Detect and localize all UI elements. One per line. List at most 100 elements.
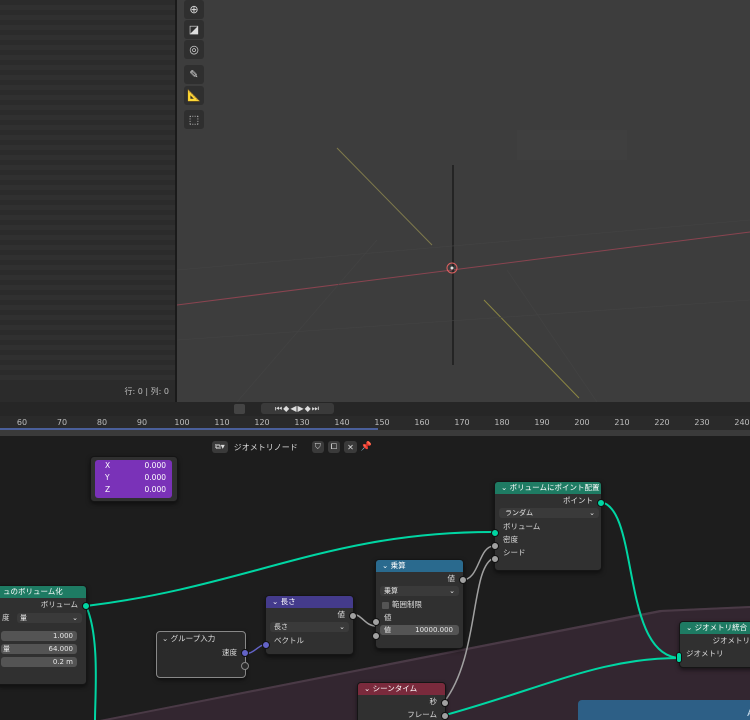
pin-icon[interactable]: 📌 [361,442,372,452]
geometry-output-label: ジオメトリ [712,636,750,645]
text-editor-area[interactable] [0,0,175,402]
viewport-grid [177,130,750,402]
timeline-tick-label: 190 [534,418,550,427]
timeline-tick-label: 200 [574,418,590,427]
shield-icon[interactable]: ⛉ [311,441,324,453]
timeline-tick-label: 240 [734,418,750,427]
node-header[interactable]: ⌄ 長さ [266,596,353,608]
timeline-tick-label: 220 [654,418,670,427]
frame-node[interactable]: A [578,700,750,720]
group-input-node[interactable]: ⌄ グループ入力 速度 [156,631,249,678]
timeline-tick-label: 110 [214,418,230,427]
transform-icon[interactable]: ⊕ [184,0,204,19]
z-label: Z [105,485,111,494]
node-header[interactable]: ⌄ シーンタイム [358,683,445,695]
playback-buttons[interactable]: ⏮◆◀▶◆⏭ [261,403,334,414]
amount-field[interactable]: 量 64.000 [1,644,77,654]
frame-output-socket[interactable] [441,712,449,720]
timeline-tick-label: 90 [136,418,148,427]
timeline-tick-label: 160 [414,418,430,427]
node-tree-type-icon[interactable]: ⧉▾ [212,441,228,453]
x-label: X [105,461,111,470]
mode-dropdown[interactable]: ランダム ⌄ [499,508,599,518]
value-input-label: 値 [384,613,392,622]
timeline-tick-label: 100 [174,418,190,427]
vector-input-socket[interactable] [262,641,270,649]
output-label: ボリューム [40,600,78,609]
annotate-icon[interactable]: ✎ [184,65,204,84]
empty-output-socket[interactable] [241,662,249,670]
operation-dropdown[interactable]: 長さ ⌄ [270,622,349,632]
text-editor-footer: 行: 0 | 列: 0 [0,383,175,402]
timeline-tick-label: 60 [16,418,28,427]
geometry-multi-input-socket[interactable] [676,652,682,663]
row-value: 0 [137,387,143,396]
node-editor[interactable]: ⧉▾ ジオメトリノード ⛉ ⧠ ✕ 📌 X 0.000 Y 0.000 Z 0.000… [0,436,750,720]
speed-output-label: 速度 [222,648,237,657]
mesh-to-volume-node[interactable]: ュのボリューム化 ボリューム 度 量 ⌄ 1.000 量 64.000 0.2 m [0,585,90,685]
col-label: 列 [150,387,159,396]
density-field[interactable]: 1.000 [1,631,77,641]
timeline-tick-label: 80 [96,418,108,427]
geometry-input-label: ジオメトリ [686,649,724,658]
z-value[interactable]: 0.000 [145,484,166,496]
add-cube-icon[interactable]: ⬚ [184,110,204,129]
record-icon[interactable] [234,404,245,414]
3d-viewport[interactable]: ⊕ ◪ ◎ ✎ 📐 ⬚ [177,0,750,402]
node-header[interactable]: ⌄ ボリュームにポイント配置 [495,482,601,494]
seed-input-label: シード [503,548,526,557]
seed-input-socket[interactable] [491,555,499,563]
timeline-tick-label: 170 [454,418,470,427]
node-tree-name[interactable]: ジオメトリノード [232,442,308,453]
mode-label: 度 [2,613,10,622]
duplicate-icon[interactable]: ⧠ [327,441,341,453]
speed-output-socket[interactable] [241,649,249,657]
value-output-socket[interactable] [349,612,357,620]
node-title[interactable]: グループ入力 [171,634,216,643]
col-value: 0 [163,387,169,396]
vector-node[interactable]: X 0.000 Y 0.000 Z 0.000 [90,456,178,502]
value-field[interactable]: 値 10000.000 [380,625,459,635]
row-label: 行 [124,387,133,396]
measure-icon[interactable]: 📐 [184,86,204,105]
node-header[interactable]: ュのボリューム化 [0,586,86,598]
transform-all-icon[interactable]: ◎ [184,40,204,59]
points-output-socket[interactable] [597,499,605,507]
geometry-output-socket[interactable] [82,602,90,610]
timeline-tick-label: 230 [694,418,710,427]
seconds-output-socket[interactable] [441,699,449,707]
value-output-label: 値 [447,574,456,583]
value-input-socket-2[interactable] [372,632,380,640]
cursor-position: 行: 0 | 列: 0 [124,387,169,396]
distribute-points-in-volume-node[interactable]: ⌄ ボリュームにポイント配置 ポイント ランダム ⌄ ボリューム 密度 シード [491,481,605,571]
amount-label: 量 [3,645,10,653]
timeline-tick-label: 210 [614,418,630,427]
scene-time-node[interactable]: ⌄ シーンタイム 秒 フレーム [357,682,449,720]
vector-input-label: ベクトル [274,636,304,645]
node-header[interactable]: ⌄ 乗算 [376,560,463,572]
math-multiply-node[interactable]: ⌄ 乗算 値 乗算 ⌄ 範囲制限 値 値 10000.000 [372,559,467,649]
value-output-socket[interactable] [459,576,467,584]
timeline-tick-label: 120 [254,418,270,427]
node-header-tools: ⧉▾ ジオメトリノード ⛉ ⧠ ✕ 📌 [212,440,372,454]
join-geometry-node[interactable]: ⌄ ジオメトリ統合 ジオメトリ ジオメトリ [676,621,750,668]
y-label: Y [105,473,110,482]
operation-dropdown[interactable]: 乗算 ⌄ [380,586,459,596]
interior-band-field[interactable]: 0.2 m [1,657,77,667]
scale-icon[interactable]: ◪ [184,20,204,39]
value-output-label: 値 [337,610,346,619]
clamp-label: 範囲制限 [392,600,422,609]
vector-fields[interactable]: X 0.000 Y 0.000 Z 0.000 [95,460,172,498]
vector-length-node[interactable]: ⌄ 長さ 値 長さ ⌄ ベクトル [262,595,357,655]
mode-dropdown[interactable]: 量 ⌄ [17,613,82,623]
clamp-checkbox[interactable] [382,601,389,609]
points-output-label: ポイント [563,496,593,505]
close-icon[interactable]: ✕ [344,441,357,453]
y-value[interactable]: 0.000 [145,472,166,484]
timeline-tick-label: 140 [334,418,350,427]
x-value[interactable]: 0.000 [145,460,166,472]
timeline-tick-label: 70 [56,418,68,427]
seconds-output-label: 秒 [429,697,438,706]
node-header[interactable]: ⌄ ジオメトリ統合 [680,622,750,634]
timeline-tick-label: 180 [494,418,510,427]
